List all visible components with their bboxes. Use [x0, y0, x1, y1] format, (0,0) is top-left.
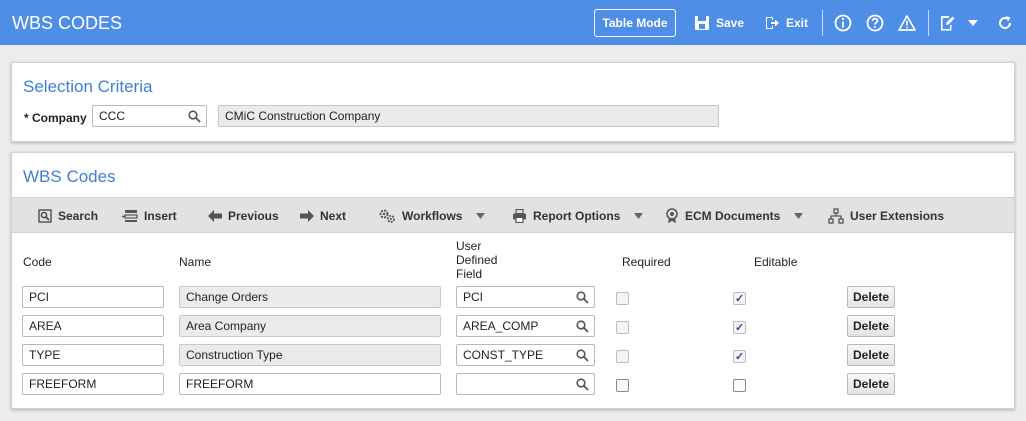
chevron-down-icon[interactable] — [962, 12, 984, 34]
udf-value: AREA_COMP — [463, 319, 539, 333]
search-icon[interactable] — [576, 378, 589, 391]
checkmark-icon: ✓ — [735, 322, 745, 334]
info-icon[interactable] — [832, 12, 854, 34]
company-code-input[interactable]: CCC — [92, 105, 207, 127]
search-icon[interactable] — [188, 110, 201, 123]
workflows-button[interactable]: Workflows — [378, 208, 486, 224]
search-label: Search — [58, 209, 99, 223]
ecm-documents-label: ECM Documents — [685, 209, 781, 223]
checkmark-icon: ✓ — [735, 351, 745, 363]
wbs-codes-panel: WBS Codes Search Insert Previous Next Wo… — [11, 152, 1015, 409]
column-header-name: Name — [179, 255, 212, 269]
previous-button[interactable]: Previous — [208, 208, 279, 224]
udf-value: CONST_TYPE — [463, 348, 544, 362]
search-icon[interactable] — [576, 349, 589, 362]
editable-checkbox[interactable] — [733, 379, 746, 392]
ecm-documents-button[interactable]: ECM Documents — [665, 208, 804, 224]
search-icon — [38, 209, 52, 223]
save-icon — [695, 16, 709, 30]
udf-header-line: Defined — [456, 253, 498, 267]
required-checkbox[interactable] — [616, 350, 629, 363]
column-header-udf: User Defined Field — [456, 239, 497, 281]
selection-criteria-title: Selection Criteria — [23, 77, 153, 96]
page-title: WBS CODES — [12, 13, 123, 33]
column-header-editable: Editable — [754, 255, 798, 269]
gears-icon — [379, 209, 395, 223]
table-mode-button[interactable]: Table Mode — [594, 9, 676, 37]
exit-label: Exit — [786, 16, 809, 30]
name-input[interactable]: FREEFORM — [179, 373, 441, 395]
arrow-right-icon — [300, 210, 314, 222]
company-name-field: CMiC Construction Company — [218, 105, 719, 127]
user-extensions-label: User Extensions — [850, 209, 945, 223]
search-button[interactable]: Search — [38, 208, 98, 224]
exit-icon — [766, 17, 779, 29]
save-button[interactable]: Save — [694, 13, 744, 33]
delete-button[interactable]: Delete — [847, 373, 895, 395]
editable-checkbox[interactable]: ✓ — [733, 292, 746, 305]
edit-note-icon[interactable] — [936, 12, 958, 34]
udf-value: PCI — [463, 290, 484, 304]
column-header-code: Code — [23, 255, 52, 269]
editable-checkbox[interactable]: ✓ — [733, 350, 746, 363]
name-field: Area Company — [179, 315, 441, 337]
required-checkbox[interactable] — [616, 379, 629, 392]
chevron-down-icon — [476, 213, 486, 219]
printer-icon — [513, 209, 526, 223]
column-header-required: Required — [622, 255, 671, 269]
udf-input[interactable]: AREA_COMP — [456, 315, 595, 337]
delete-button[interactable]: Delete — [847, 344, 895, 366]
warning-icon[interactable] — [896, 12, 918, 34]
company-label: * Company — [24, 111, 87, 125]
code-input[interactable]: FREEFORM — [22, 373, 164, 395]
report-options-button[interactable]: Report Options — [512, 208, 644, 224]
code-input[interactable]: PCI — [22, 286, 164, 308]
udf-header-line: Field — [456, 267, 483, 281]
udf-header-line: User — [456, 239, 482, 253]
required-checkbox[interactable] — [616, 292, 629, 305]
search-icon[interactable] — [576, 320, 589, 333]
toolbar-divider — [928, 10, 929, 36]
refresh-icon[interactable] — [994, 12, 1016, 34]
wbs-toolbar: Search Insert Previous Next Workflows Re… — [12, 197, 1014, 233]
udf-input[interactable]: CONST_TYPE — [456, 344, 595, 366]
selection-criteria-panel: Selection Criteria * Company CCC CMiC Co… — [11, 62, 1015, 142]
insert-icon — [122, 210, 138, 222]
search-icon[interactable] — [576, 291, 589, 304]
delete-button[interactable]: Delete — [847, 286, 895, 308]
arrow-left-icon — [208, 210, 222, 222]
exit-button[interactable]: Exit — [764, 13, 808, 33]
udf-input[interactable]: PCI — [456, 286, 595, 308]
name-field: Change Orders — [179, 286, 441, 308]
toolbar-divider — [822, 10, 823, 36]
title-bar: WBS CODES Table Mode Save Exit — [0, 0, 1026, 45]
chevron-down-icon — [794, 213, 804, 219]
next-label: Next — [320, 209, 347, 223]
insert-label: Insert — [144, 209, 177, 223]
next-button[interactable]: Next — [300, 208, 346, 224]
code-input[interactable]: TYPE — [22, 344, 164, 366]
delete-button[interactable]: Delete — [847, 315, 895, 337]
insert-button[interactable]: Insert — [122, 208, 177, 224]
wbs-codes-title: WBS Codes — [23, 167, 116, 186]
previous-label: Previous — [228, 209, 279, 223]
udf-input[interactable] — [456, 373, 595, 395]
user-extensions-button[interactable]: User Extensions — [828, 208, 944, 224]
name-field: Construction Type — [179, 344, 441, 366]
editable-checkbox[interactable]: ✓ — [733, 321, 746, 334]
code-input[interactable]: AREA — [22, 315, 164, 337]
hierarchy-icon — [828, 208, 844, 224]
checkmark-icon: ✓ — [735, 293, 745, 305]
report-options-label: Report Options — [533, 209, 621, 223]
help-icon[interactable] — [864, 12, 886, 34]
workflows-label: Workflows — [402, 209, 463, 223]
save-label: Save — [716, 16, 745, 30]
company-code-value: CCC — [99, 109, 125, 123]
required-checkbox[interactable] — [616, 321, 629, 334]
ecm-documents-icon — [666, 208, 678, 223]
chevron-down-icon — [634, 213, 644, 219]
